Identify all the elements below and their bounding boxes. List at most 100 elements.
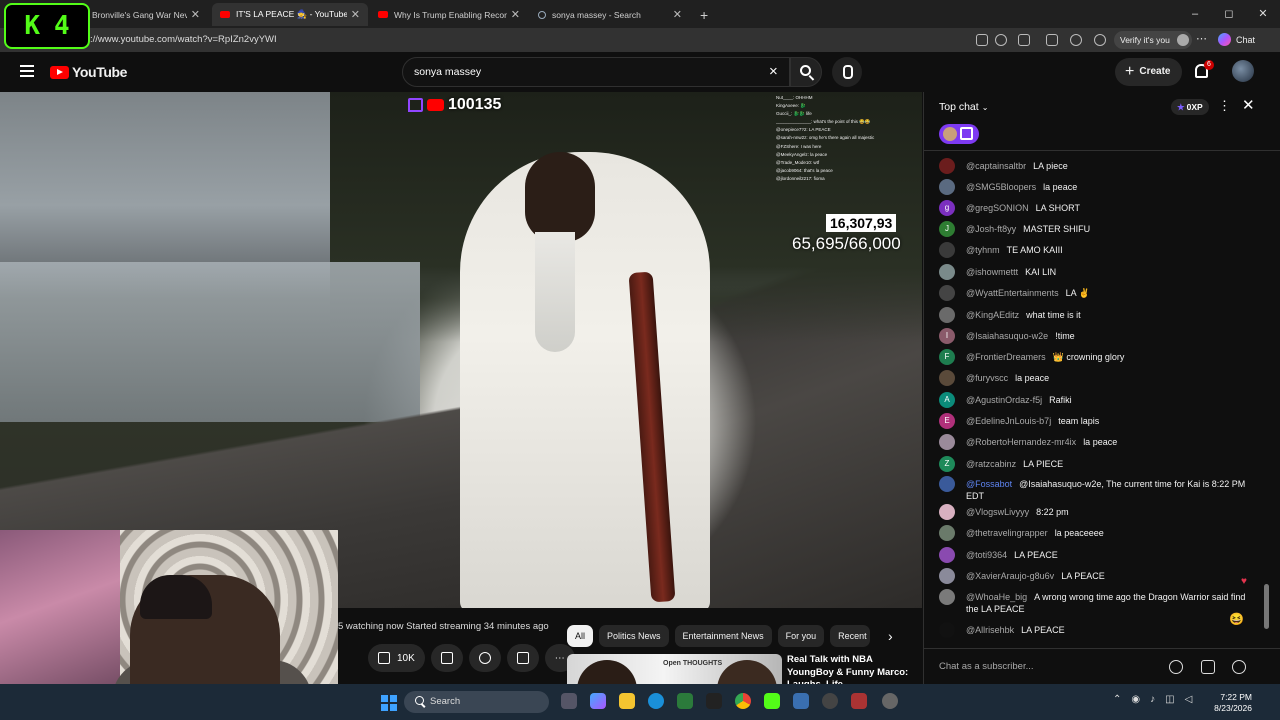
app-shortcut-icon[interactable] bbox=[851, 693, 867, 709]
search-button[interactable] bbox=[790, 57, 822, 87]
file-explorer-icon[interactable] bbox=[619, 693, 635, 709]
chat-message[interactable]: @WhoaHe_big A wrong wrong time ago the Dr… bbox=[939, 589, 1259, 615]
chat-scroll-thumb[interactable] bbox=[1264, 584, 1269, 629]
chat-author-avatar[interactable] bbox=[939, 370, 955, 386]
tab-gang-war[interactable]: Bronville's Gang War Never End ✕ bbox=[84, 3, 208, 26]
chat-author-name[interactable]: @gregSONION bbox=[966, 203, 1029, 213]
chat-author-avatar[interactable]: J bbox=[939, 221, 955, 237]
chrome-browser-icon[interactable] bbox=[735, 693, 751, 709]
chat-message[interactable]: g @gregSONION LA SHORT bbox=[939, 200, 1259, 216]
clear-search-icon[interactable]: × bbox=[769, 63, 778, 80]
kick-app-icon[interactable] bbox=[764, 693, 780, 709]
menu-icon[interactable] bbox=[20, 65, 34, 77]
search-input[interactable]: sonya massey bbox=[414, 66, 481, 78]
chat-author-avatar[interactable]: F bbox=[939, 349, 955, 365]
chat-message[interactable]: @KingAEditz what time is it bbox=[939, 307, 1259, 323]
chat-author-avatar[interactable] bbox=[939, 434, 955, 450]
tab-close-icon[interactable]: ✕ bbox=[673, 8, 682, 21]
chat-message[interactable]: @VlogswLivyyy 8:22 pm bbox=[939, 504, 1259, 520]
chat-author-avatar[interactable]: Z bbox=[939, 456, 955, 472]
tab-la-peace[interactable]: IT'S LA PEACE 🧙 - YouTube ✕ bbox=[212, 3, 368, 26]
tab-close-icon[interactable]: ✕ bbox=[351, 8, 360, 21]
store-app-icon[interactable] bbox=[677, 693, 693, 709]
like-button[interactable]: 10K bbox=[368, 644, 425, 672]
chat-author-avatar[interactable] bbox=[939, 589, 955, 605]
copilot-app-icon[interactable] bbox=[590, 693, 606, 709]
chat-message[interactable]: @WyattEntertainments LA ✌ bbox=[939, 285, 1259, 301]
split-screen-icon[interactable] bbox=[1046, 34, 1058, 46]
volume-icon[interactable]: ◁ bbox=[1185, 694, 1193, 705]
chat-author-name[interactable]: @Isaiahasuquo-w2e bbox=[966, 331, 1048, 341]
chat-author-name[interactable]: @toti9364 bbox=[966, 550, 1007, 560]
chat-author-avatar[interactable]: A bbox=[939, 392, 955, 408]
chat-author-name[interactable]: @FrontierDreamers bbox=[966, 352, 1046, 362]
chat-author-name[interactable]: @tyhnm bbox=[966, 245, 1000, 255]
chat-message[interactable]: F @FrontierDreamers 👑 crowning glory bbox=[939, 349, 1259, 365]
dislike-button[interactable] bbox=[430, 644, 463, 672]
chat-author-avatar[interactable] bbox=[939, 622, 955, 638]
chat-author-name[interactable]: @SMG5Bloopers bbox=[966, 182, 1036, 192]
chat-author-name[interactable]: @WhoaHe_big bbox=[966, 592, 1027, 602]
chat-author-avatar[interactable] bbox=[939, 476, 955, 492]
chat-author-name[interactable]: @AgustinOrdaz-f5j bbox=[966, 395, 1042, 405]
chat-message[interactable]: @furyvscc la peace bbox=[939, 370, 1259, 386]
chat-author-name[interactable]: @RobertoHernandez-mr4ix bbox=[966, 437, 1076, 447]
chat-message[interactable]: @Fossabot @Isaiahasuquo-w2e, The current … bbox=[939, 476, 1259, 502]
system-clock[interactable]: 7:22 PM 8/23/2026 bbox=[1210, 692, 1252, 714]
top-chat-dropdown[interactable]: Top chat ⌄ bbox=[939, 101, 988, 113]
task-view-icon[interactable] bbox=[561, 693, 577, 709]
chip-entertainment-news[interactable]: Entertainment News bbox=[674, 625, 772, 647]
super-chat-ticker[interactable] bbox=[939, 124, 979, 144]
account-avatar[interactable] bbox=[1232, 60, 1254, 82]
chat-author-name[interactable]: @KingAEditz bbox=[966, 310, 1019, 320]
chat-author-name[interactable]: @XavierAraujo-g8u6v bbox=[966, 571, 1054, 581]
chat-message[interactable]: @SMG5Bloopers la peace bbox=[939, 179, 1259, 195]
extensions-icon[interactable] bbox=[1018, 34, 1030, 46]
chat-message[interactable]: J @Josh-ft8yy MASTER SHIFU bbox=[939, 221, 1259, 237]
chat-message[interactable]: @Allrisehbk LA PEACE bbox=[939, 622, 1259, 638]
chat-input[interactable]: Chat as a subscriber... bbox=[939, 654, 1149, 680]
chat-author-avatar[interactable] bbox=[939, 179, 955, 195]
url-field[interactable]: ://www.youtube.com/watch?v=RpIZn2vyYWI bbox=[90, 34, 277, 45]
maximize-button[interactable]: ◻ bbox=[1212, 0, 1246, 28]
chat-author-avatar[interactable] bbox=[939, 285, 955, 301]
chat-author-avatar[interactable]: g bbox=[939, 200, 955, 216]
chat-author-avatar[interactable] bbox=[939, 568, 955, 584]
more-options-icon[interactable]: ⋯ bbox=[1196, 32, 1207, 45]
tab-trump[interactable]: Why Is Trump Enabling Record Nu ✕ bbox=[370, 3, 528, 26]
chat-author-avatar[interactable] bbox=[939, 242, 955, 258]
chat-message[interactable]: @XavierAraujo-g8u6v LA PEACE bbox=[939, 568, 1259, 584]
chat-author-name[interactable]: @furyvscc bbox=[966, 373, 1008, 383]
chat-author-avatar[interactable] bbox=[939, 525, 955, 541]
tray-overflow-icon[interactable]: ⌃ bbox=[1113, 694, 1121, 705]
minimize-button[interactable]: – bbox=[1178, 0, 1212, 28]
chat-message[interactable]: @ishowmettt KAI LIN bbox=[939, 264, 1259, 280]
app-available-icon[interactable] bbox=[976, 34, 988, 46]
create-button[interactable]: + Create bbox=[1115, 58, 1183, 86]
chat-author-avatar[interactable]: E bbox=[939, 413, 955, 429]
emoji-icon[interactable] bbox=[1169, 660, 1183, 674]
favorites-icon[interactable] bbox=[1070, 34, 1082, 46]
photos-app-icon[interactable] bbox=[793, 693, 809, 709]
chat-message[interactable]: I @Isaiahasuquo-w2e !time bbox=[939, 328, 1259, 344]
chat-message[interactable]: @RobertoHernandez-mr4ix la peace bbox=[939, 434, 1259, 450]
chip-recent[interactable]: Recent bbox=[830, 625, 871, 647]
chat-author-name[interactable]: @WyattEntertainments bbox=[966, 288, 1059, 298]
chat-author-name[interactable]: @Josh-ft8yy bbox=[966, 224, 1016, 234]
network-icon[interactable]: ◫ bbox=[1165, 694, 1174, 705]
chat-author-avatar[interactable] bbox=[939, 547, 955, 563]
obs-app-icon[interactable] bbox=[822, 693, 838, 709]
chat-author-name[interactable]: @EdelineJnLouis-b7j bbox=[966, 416, 1051, 426]
tray-app-icon[interactable]: ◉ bbox=[1131, 694, 1140, 705]
chips-next-icon[interactable]: › bbox=[888, 628, 893, 644]
chat-author-name[interactable]: @ratzcabinz bbox=[966, 459, 1016, 469]
chat-author-name[interactable]: @thetravelingrapper bbox=[966, 528, 1048, 538]
settings-gear-icon[interactable] bbox=[882, 693, 898, 709]
close-window-button[interactable]: ✕ bbox=[1246, 0, 1280, 28]
tab-close-icon[interactable]: ✕ bbox=[191, 8, 200, 21]
search-box[interactable]: sonya massey × bbox=[402, 57, 790, 87]
voice-search-icon[interactable] bbox=[832, 57, 862, 87]
youtube-logo[interactable]: YouTube bbox=[50, 64, 127, 80]
chat-author-name[interactable]: @Allrisehbk bbox=[966, 625, 1014, 635]
microphone-icon[interactable]: ♪ bbox=[1150, 694, 1155, 705]
